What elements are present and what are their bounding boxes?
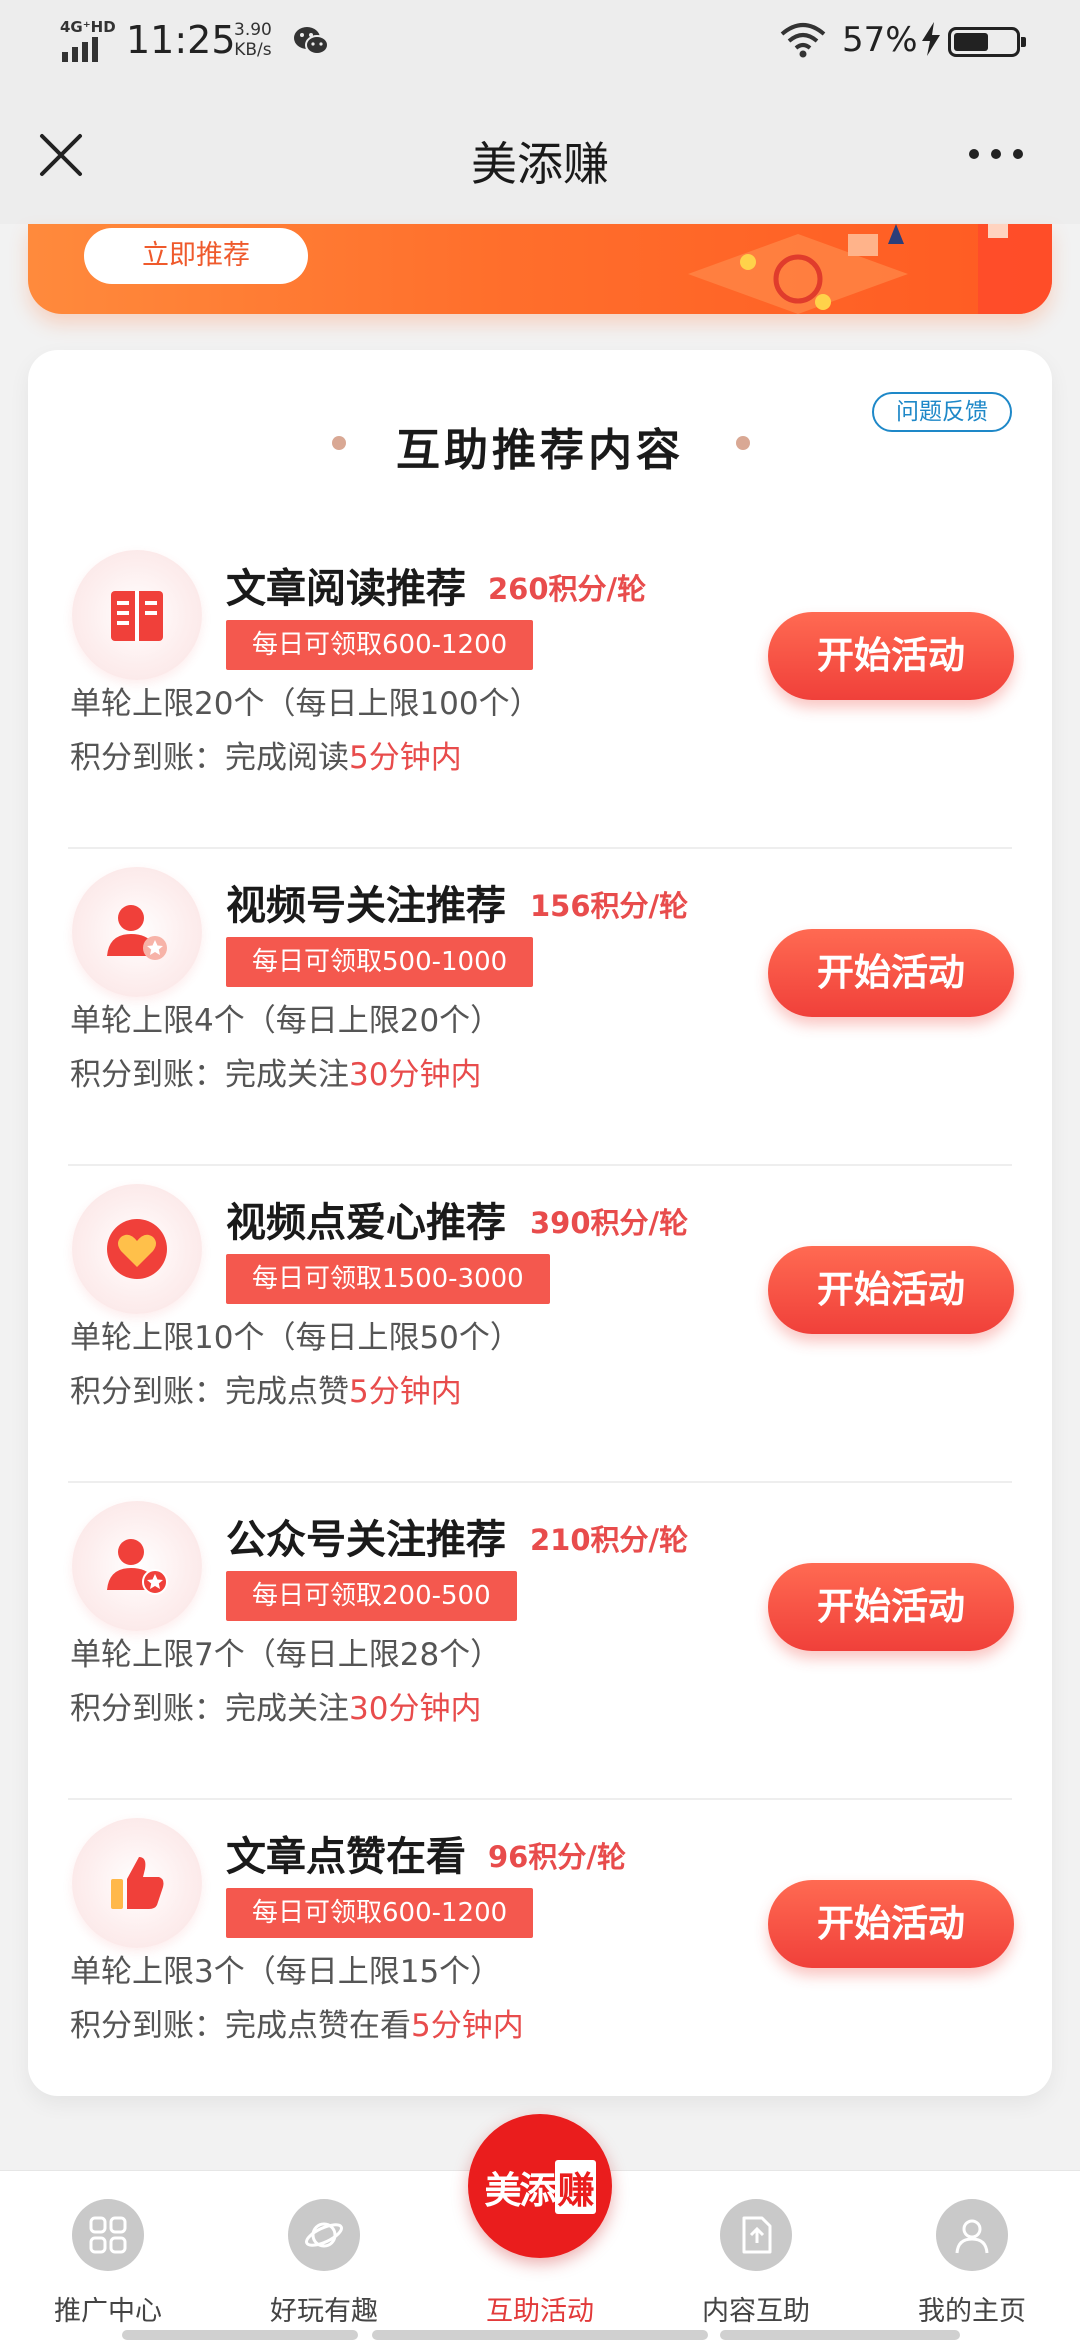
app-logo: 美添赚 <box>468 2160 612 2214</box>
title-dot-right <box>736 436 750 450</box>
activity-item: 文章阅读推荐 260积分/轮 每日可领取600-1200 单轮上限20个（每日上… <box>28 532 1052 849</box>
user-star-icon <box>72 1501 202 1631</box>
home-indicator <box>122 2330 358 2340</box>
status-time: 11:25 <box>126 18 236 62</box>
round-limit: 单轮上限7个（每日上限28个） <box>70 1637 502 1673</box>
points-arrival: 积分到账：完成点赞5分钟内 <box>70 1374 462 1410</box>
nav-fun[interactable]: 好玩有趣 <box>216 2171 432 2340</box>
nav-label: 内容互助 <box>702 2296 810 2327</box>
nav-content-mutual[interactable]: 内容互助 <box>648 2171 864 2340</box>
activity-item: 文章点赞在看 96积分/轮 每日可领取600-1200 单轮上限3个（每日上限1… <box>28 1800 1052 2117</box>
title-bar: 美添赚 <box>0 90 1080 224</box>
center-logo-button[interactable]: 美添赚 <box>468 2114 612 2258</box>
start-activity-button[interactable]: 开始活动 <box>768 929 1014 1017</box>
network-type: 4G⁺HD <box>60 18 116 36</box>
nav-my-home[interactable]: 我的主页 <box>864 2171 1080 2340</box>
banner-illustration <box>688 224 1052 314</box>
daily-range-badge: 每日可领取500-1000 <box>226 937 534 987</box>
nav-label: 好玩有趣 <box>270 2296 378 2327</box>
daily-range-badge: 每日可领取200-500 <box>226 1571 517 1621</box>
nav-promotion-center[interactable]: 推广中心 <box>0 2171 216 2340</box>
activity-item: 视频点爱心推荐 390积分/轮 每日可领取1500-3000 单轮上限10个（每… <box>28 1166 1052 1483</box>
points-arrival: 积分到账：完成点赞在看5分钟内 <box>70 2008 524 2044</box>
points-arrival: 积分到账：完成关注30分钟内 <box>70 1057 482 1093</box>
home-indicator <box>372 2330 708 2340</box>
round-limit: 单轮上限3个（每日上限15个） <box>70 1954 502 1990</box>
cellular-signal-icon: 4G⁺HD <box>58 18 116 62</box>
thumbs-up-icon <box>72 1818 202 1948</box>
user-follow-icon <box>72 867 202 997</box>
activity-name: 公众号关注推荐 <box>226 1517 506 1563</box>
network-speed: 3.90 KB/s <box>234 20 272 60</box>
round-limit: 单轮上限10个（每日上限50个） <box>70 1320 521 1356</box>
start-activity-button[interactable]: 开始活动 <box>768 1563 1014 1651</box>
nav-label: 我的主页 <box>918 2296 1026 2327</box>
recommend-now-button[interactable]: 立即推荐 <box>84 228 308 284</box>
round-limit: 单轮上限20个（每日上限100个） <box>70 686 541 722</box>
grid-icon <box>72 2199 144 2271</box>
activity-points: 96积分/轮 <box>488 1840 626 1874</box>
round-limit: 单轮上限4个（每日上限20个） <box>70 1003 502 1039</box>
battery-icon <box>948 27 1026 57</box>
nav-label: 互助活动 <box>486 2296 594 2327</box>
profile-icon <box>936 2199 1008 2271</box>
start-activity-button[interactable]: 开始活动 <box>768 1880 1014 1968</box>
wechat-icon <box>294 27 329 55</box>
more-icon[interactable] <box>966 142 1026 166</box>
battery-percent: 57% <box>842 20 918 60</box>
activity-points: 156积分/轮 <box>530 889 689 923</box>
activity-points: 390积分/轮 <box>530 1206 689 1240</box>
start-activity-button[interactable]: 开始活动 <box>768 1246 1014 1334</box>
section-title: 互助推荐内容 <box>396 425 684 476</box>
planet-icon <box>288 2199 360 2271</box>
activity-name: 文章阅读推荐 <box>226 566 466 612</box>
document-icon <box>720 2199 792 2271</box>
status-bar: 4G⁺HD 11:25 3.90 KB/s 57% <box>0 0 1080 90</box>
points-arrival: 积分到账：完成阅读5分钟内 <box>70 740 462 776</box>
points-arrival: 积分到账：完成关注30分钟内 <box>70 1691 482 1727</box>
activity-name: 视频点爱心推荐 <box>226 1200 506 1246</box>
activity-points: 210积分/轮 <box>530 1523 689 1557</box>
daily-range-badge: 每日可领取600-1200 <box>226 620 534 670</box>
home-indicator <box>720 2330 960 2340</box>
book-icon <box>72 550 202 680</box>
activity-points: 260积分/轮 <box>488 572 647 606</box>
activity-item: 视频号关注推荐 156积分/轮 每日可领取500-1000 单轮上限4个（每日上… <box>28 849 1052 1166</box>
promo-banner[interactable]: 立即推荐 <box>28 224 1052 314</box>
heart-icon <box>72 1184 202 1314</box>
nav-label: 推广中心 <box>54 2296 162 2327</box>
wifi-icon <box>780 23 826 58</box>
page-title: 美添赚 <box>471 137 609 191</box>
charging-icon <box>922 22 940 56</box>
start-activity-button[interactable]: 开始活动 <box>768 612 1014 700</box>
daily-range-badge: 每日可领取600-1200 <box>226 1888 534 1938</box>
activity-card: 问题反馈 互助推荐内容 文章阅读推荐 260积分/轮 每日可领取600-1200… <box>28 350 1052 2096</box>
daily-range-badge: 每日可领取1500-3000 <box>226 1254 550 1304</box>
activity-item: 公众号关注推荐 210积分/轮 每日可领取200-500 单轮上限7个（每日上限… <box>28 1483 1052 1800</box>
activity-name: 视频号关注推荐 <box>226 883 506 929</box>
activity-name: 文章点赞在看 <box>226 1834 466 1880</box>
